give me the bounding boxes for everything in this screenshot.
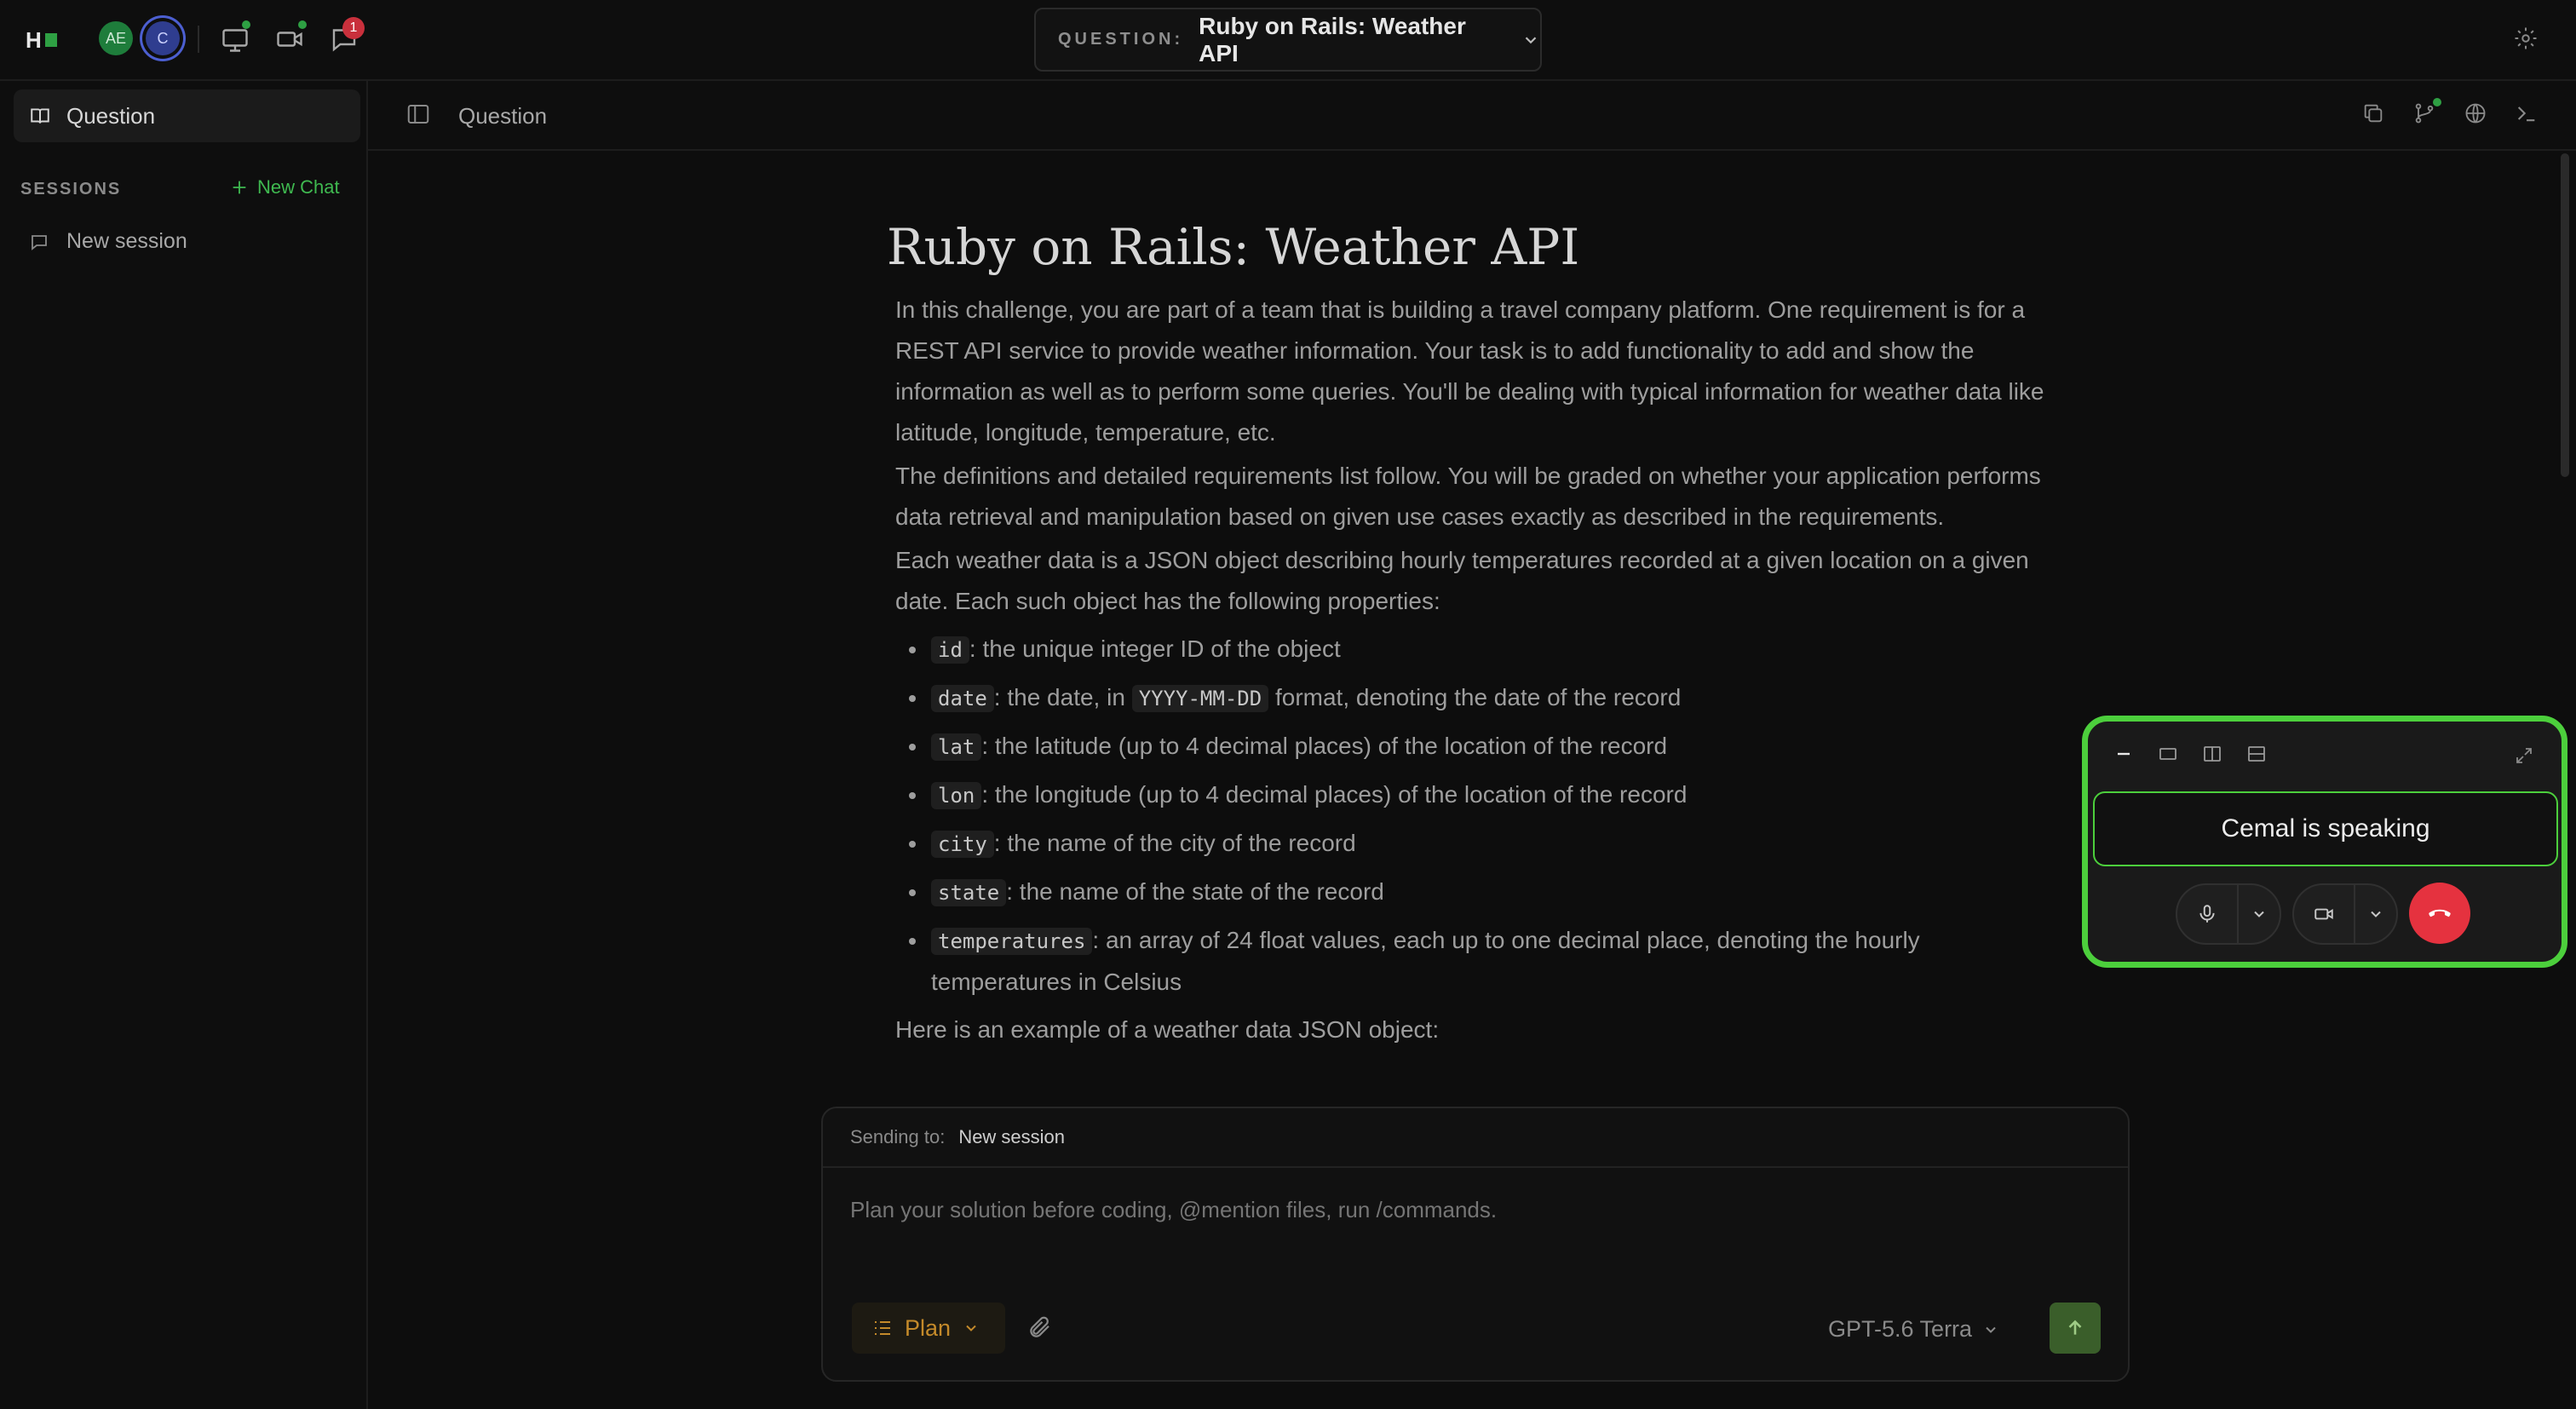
sidebar: Question SESSIONS New Chat New session — [0, 81, 368, 1409]
split-horizontal-icon[interactable] — [2246, 744, 2267, 768]
top-bar: H AE C 1 QUESTION: Ruby on Rails: Weathe… — [0, 0, 2576, 81]
new-chat-button[interactable]: New Chat — [230, 176, 340, 198]
question-title: Ruby on Rails: Weather API — [887, 218, 1580, 276]
sidebar-toggle-icon[interactable] — [405, 101, 434, 130]
list-item: lat: the latitude (up to 4 decimal place… — [909, 726, 2047, 768]
logo-mark — [44, 33, 57, 47]
terminal-icon[interactable] — [2515, 101, 2544, 130]
sending-to-label: Sending to: — [850, 1126, 946, 1147]
session-item[interactable]: New session — [29, 229, 187, 254]
microphone-icon — [2199, 905, 2215, 923]
hang-up-button[interactable] — [2409, 883, 2470, 944]
plan-mode-button[interactable]: Plan — [852, 1303, 1005, 1354]
plus-icon — [230, 178, 249, 197]
logo-text: H — [26, 26, 42, 53]
call-layout-controls — [2113, 744, 2267, 768]
code-temperatures: temperatures — [931, 928, 1093, 955]
session-item-label: New session — [66, 229, 187, 253]
arrow-up-icon — [2064, 1317, 2086, 1339]
avatar-c[interactable]: C — [146, 21, 180, 55]
camera-options-button[interactable] — [2355, 883, 2396, 945]
divider — [198, 26, 199, 53]
video-camera-icon[interactable] — [274, 20, 307, 55]
composer-header: Sending to: New session — [823, 1108, 2128, 1168]
question-selector-label: QUESTION: — [1058, 30, 1184, 49]
chevron-down-icon — [1982, 1321, 1999, 1338]
video-status-dot — [298, 20, 307, 29]
list-item: temperatures: an array of 24 float value… — [909, 920, 2047, 1003]
microphone-controls — [2176, 883, 2281, 945]
code-lon: lon — [931, 782, 982, 809]
send-button[interactable] — [2050, 1303, 2101, 1354]
phone-hangup-icon — [2429, 909, 2451, 917]
chevron-down-icon — [2254, 911, 2264, 917]
sidebar-item-question-label: Question — [66, 102, 156, 129]
code-city: city — [931, 831, 994, 858]
property-list: id: the unique integer ID of the object … — [909, 629, 2047, 1003]
screen-share-status-dot — [242, 20, 250, 29]
paragraph-definition: Each weather data is a JSON object descr… — [895, 547, 2029, 614]
list-item: id: the unique integer ID of the object — [909, 629, 2047, 670]
question-selector[interactable]: QUESTION: Ruby on Rails: Weather API — [1034, 8, 1542, 72]
code-id: id — [931, 636, 969, 664]
microphone-options-button[interactable] — [2239, 883, 2280, 945]
paperclip-icon[interactable] — [1027, 1314, 1056, 1343]
question-content: Ruby on Rails: Weather API In this chall… — [887, 213, 2047, 1053]
git-status-dot — [2433, 98, 2441, 106]
video-camera-icon — [2314, 908, 2333, 920]
chevron-down-icon — [1521, 31, 1540, 49]
model-label: GPT-5.6 Terra — [1828, 1316, 1973, 1342]
call-widget: Cemal is speaking — [2082, 716, 2567, 968]
code-lat: lat — [931, 733, 982, 761]
code-state: state — [931, 879, 1007, 906]
panel-title: Question — [458, 103, 548, 129]
globe-icon[interactable] — [2464, 101, 2493, 130]
content-scrollbar[interactable] — [2561, 153, 2569, 477]
git-branch-icon[interactable] — [2412, 98, 2441, 130]
model-selector[interactable]: GPT-5.6 Terra — [1828, 1316, 1999, 1343]
message-input[interactable] — [850, 1197, 2043, 1223]
list-item: state: the name of the state of the reco… — [909, 871, 2047, 913]
copy-icon[interactable] — [2361, 101, 2390, 130]
book-icon — [29, 105, 51, 127]
chat-composer: Sending to: New session Plan GPT-5.6 Ter… — [821, 1107, 2130, 1382]
code-date-format: YYYY-MM-DD — [1131, 685, 1269, 712]
microphone-button[interactable] — [2177, 883, 2239, 945]
sessions-heading: SESSIONS — [20, 180, 122, 198]
chevron-down-icon — [963, 1320, 980, 1337]
sidebar-item-question[interactable]: Question — [14, 89, 360, 142]
chevron-down-icon — [2371, 911, 2381, 917]
minimize-icon[interactable] — [2113, 744, 2134, 768]
screen-share-icon[interactable] — [220, 20, 250, 55]
speaking-status: Cemal is speaking — [2093, 791, 2558, 866]
expand-icon[interactable] — [2514, 745, 2534, 770]
app-logo[interactable]: H — [26, 27, 57, 53]
message-icon — [29, 232, 49, 252]
list-item: city: the name of the city of the record — [909, 823, 2047, 865]
code-date: date — [931, 685, 994, 712]
list-item: lon: the longitude (up to 4 decimal plac… — [909, 774, 2047, 816]
new-chat-label: New Chat — [257, 176, 340, 198]
avatar-ae[interactable]: AE — [99, 21, 133, 55]
panel-header: Question — [368, 81, 2576, 151]
paragraph-intro: In this challenge, you are part of a tea… — [895, 296, 2044, 446]
window-layout-icon[interactable] — [2158, 744, 2178, 768]
paragraph-example: Here is an example of a weather data JSO… — [895, 1016, 1440, 1043]
gear-icon[interactable] — [2513, 26, 2542, 55]
plan-mode-label: Plan — [905, 1314, 952, 1341]
paragraph-requirements: The definitions and detailed requirement… — [895, 463, 2041, 530]
list-icon — [872, 1318, 893, 1338]
list-item: date: the date, in YYYY-MM-DD format, de… — [909, 677, 2047, 719]
sending-to-value[interactable]: New session — [958, 1126, 1065, 1148]
notification-badge: 1 — [342, 17, 365, 39]
camera-controls — [2292, 883, 2398, 945]
split-vertical-icon[interactable] — [2202, 744, 2222, 768]
question-selector-title: Ruby on Rails: Weather API — [1199, 12, 1466, 66]
camera-button[interactable] — [2294, 883, 2355, 945]
